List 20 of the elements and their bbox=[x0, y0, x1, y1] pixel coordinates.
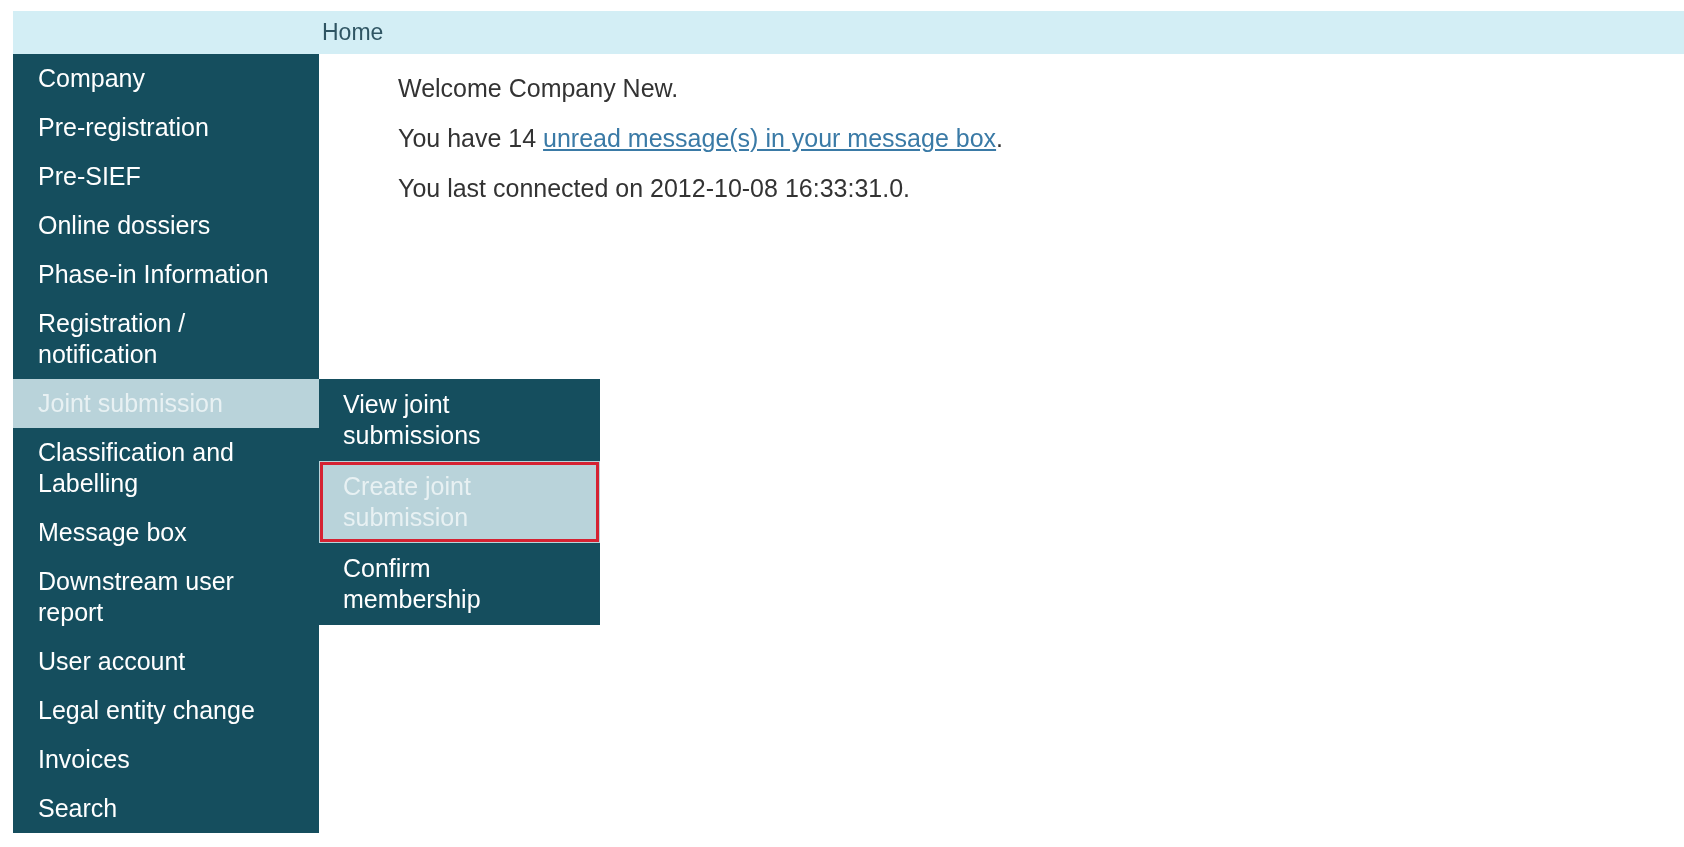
sidebar-item[interactable]: Pre-registration bbox=[13, 103, 319, 152]
sidebar-item[interactable]: Search bbox=[13, 784, 319, 833]
messages-link[interactable]: unread message(s) in your message box bbox=[543, 124, 997, 152]
submenu-item[interactable]: View joint submissions bbox=[319, 379, 600, 461]
messages-text: You have 14 unread message(s) in your message box. bbox=[398, 123, 1004, 154]
sidebar-item[interactable]: Message box bbox=[13, 508, 319, 557]
submenu-item[interactable]: Confirm membership bbox=[319, 543, 600, 625]
sidebar-item[interactable]: Pre-SIEF bbox=[13, 152, 319, 201]
welcome-text: Welcome Company New. bbox=[398, 73, 680, 104]
sidebar-item[interactable]: Downstream user report bbox=[13, 557, 319, 637]
breadcrumb: Home bbox=[322, 18, 384, 48]
sidebar-item[interactable]: Registration / notification bbox=[13, 299, 319, 379]
sidebar-item[interactable]: User account bbox=[13, 637, 319, 686]
last-connected-text: You last connected on 2012-10-08 16:33:31.0. bbox=[398, 173, 911, 204]
sidebar-item[interactable]: Phase-in Information bbox=[13, 250, 319, 299]
sidebar-item[interactable]: Online dossiers bbox=[13, 201, 319, 250]
sidebar-item[interactable]: Company bbox=[13, 54, 319, 103]
sidebar-item[interactable]: Legal entity change bbox=[13, 686, 319, 735]
sidebar-item[interactable]: Classification and Labelling bbox=[13, 428, 319, 508]
sidebar-item[interactable]: Invoices bbox=[13, 735, 319, 784]
